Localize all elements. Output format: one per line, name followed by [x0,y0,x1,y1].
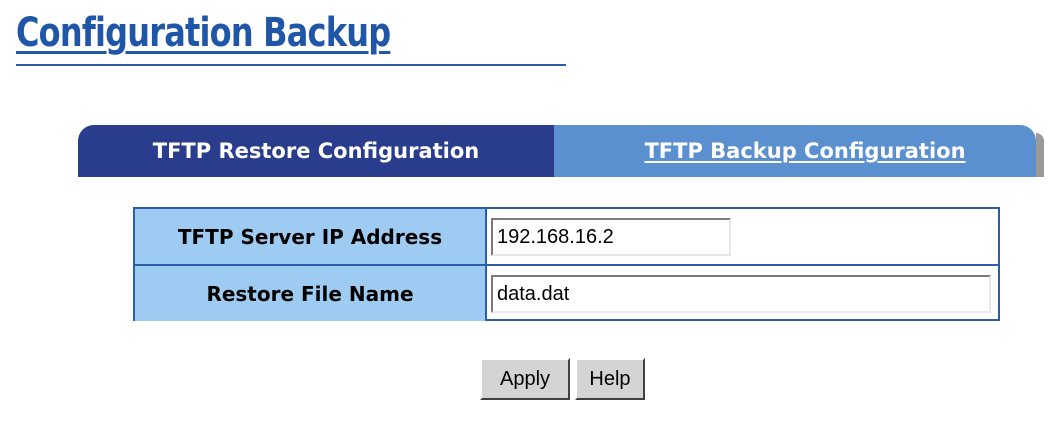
help-button[interactable]: Help [575,358,645,400]
tab-shadow [1036,133,1044,177]
file-name-input[interactable] [491,275,991,313]
tab-tftp-backup-configuration[interactable]: TFTP Backup Configuration [554,125,1036,177]
file-name-label: Restore File Name [135,266,487,321]
tab-tftp-restore-configuration[interactable]: TFTP Restore Configuration [78,125,580,177]
server-ip-label: TFTP Server IP Address [135,209,487,264]
page: Configuration Backup TFTP Restore Config… [0,0,1060,424]
tab-bar: TFTP Restore Configuration TFTP Backup C… [78,125,1048,177]
form-row-file-name: Restore File Name [135,266,998,321]
tab-label: TFTP Backup Configuration [644,139,966,163]
page-title-bar: Configuration Backup [16,8,566,66]
tab-label: TFTP Restore Configuration [152,139,480,163]
apply-button[interactable]: Apply [480,358,570,400]
page-title: Configuration Backup [16,10,391,56]
form-row-server-ip: TFTP Server IP Address [135,209,998,266]
server-ip-input[interactable] [491,218,731,256]
restore-form-table: TFTP Server IP Address Restore File Name [133,207,1000,321]
